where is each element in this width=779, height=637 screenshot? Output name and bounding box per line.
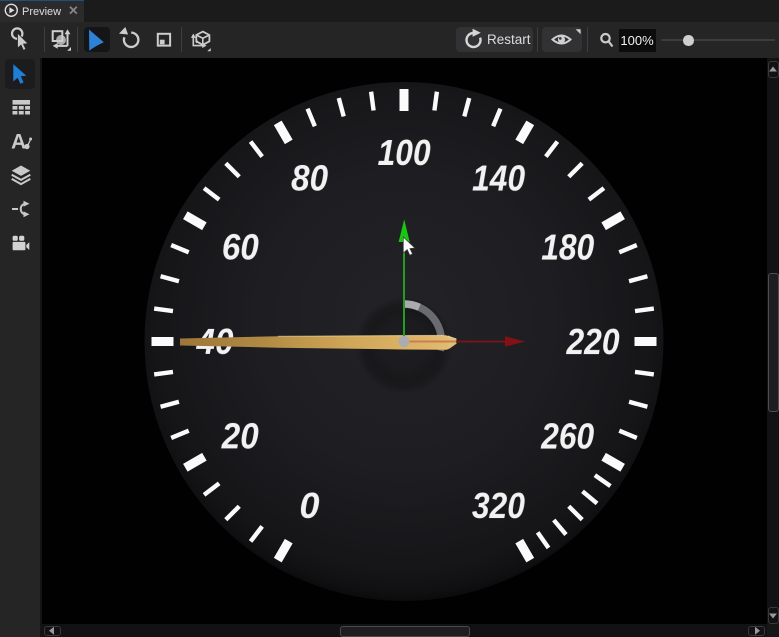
svg-text:320: 320: [472, 485, 525, 526]
svg-text:140: 140: [472, 157, 525, 198]
svg-text:220: 220: [566, 321, 620, 362]
svg-text:60: 60: [222, 227, 259, 268]
svg-text:80: 80: [291, 157, 328, 198]
svg-text:180: 180: [541, 227, 594, 268]
svg-text:20: 20: [221, 416, 259, 457]
svg-text:260: 260: [540, 416, 594, 457]
svg-text:0: 0: [299, 485, 319, 526]
svg-text:100: 100: [378, 132, 431, 173]
